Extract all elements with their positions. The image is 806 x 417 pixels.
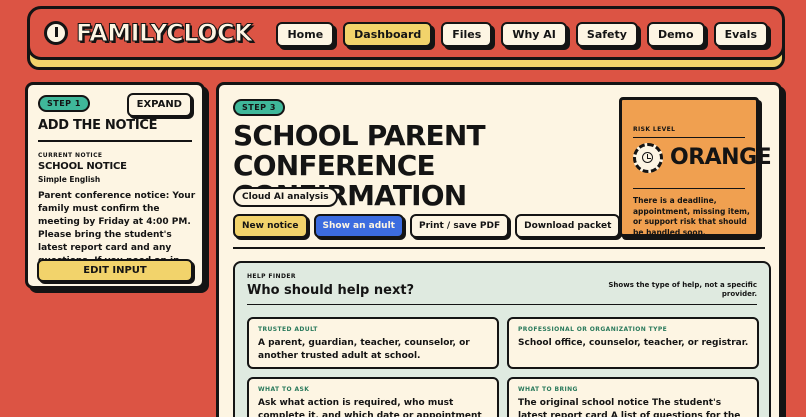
analysis-badge: Cloud AI analysis xyxy=(233,187,338,207)
top-header: FAMILYCLOCK Home Dashboard Files Why AI … xyxy=(27,6,785,60)
divider xyxy=(633,137,745,138)
clock-icon xyxy=(633,143,663,173)
help-finder-title: Who should help next? xyxy=(247,283,415,298)
card-text: School office, counselor, teacher, or re… xyxy=(518,338,749,348)
divider xyxy=(38,140,192,142)
divider xyxy=(633,188,745,189)
card-label: TRUSTED ADULT xyxy=(258,326,318,333)
professional-type-card: PROFESSIONAL OR ORGANIZATION TYPE School… xyxy=(507,317,759,369)
edit-input-button[interactable]: EDIT INPUT xyxy=(37,259,193,282)
download-packet-button[interactable]: Download packet xyxy=(515,214,621,238)
card-label: WHAT TO ASK xyxy=(258,386,310,393)
clock-logo-icon xyxy=(44,21,68,45)
help-finder-note: Shows the type of help, not a specific p… xyxy=(608,281,757,298)
show-adult-button[interactable]: Show an adult xyxy=(313,214,404,238)
expand-button[interactable]: EXPAND xyxy=(126,93,192,117)
results-card: STEP 3 SCHOOL PARENT CONFERENCE CONFIRMA… xyxy=(216,82,782,417)
add-notice-card: STEP 1 EXPAND ADD THE NOTICE CURRENT NOT… xyxy=(25,82,205,289)
card-label: PROFESSIONAL OR ORGANIZATION TYPE xyxy=(518,326,668,333)
trusted-adult-card: TRUSTED ADULT A parent, guardian, teache… xyxy=(247,317,499,369)
nav-safety[interactable]: Safety xyxy=(575,22,638,47)
notice-text: Parent conference notice: Your family mu… xyxy=(38,191,196,266)
nav-why-ai[interactable]: Why AI xyxy=(501,22,567,47)
nav-home[interactable]: Home xyxy=(276,22,335,47)
risk-level-label: RISK LEVEL xyxy=(633,126,676,133)
notice-language: Simple English xyxy=(38,175,101,184)
step-1-badge: STEP 1 xyxy=(38,95,90,112)
card-text: A parent, guardian, teacher, counselor, … xyxy=(258,338,470,361)
card-label: WHAT TO BRING xyxy=(518,386,578,393)
risk-description: There is a deadline, appointment, missin… xyxy=(633,196,750,237)
risk-level-value: ORANGE xyxy=(670,145,772,170)
nav-evals[interactable]: Evals xyxy=(713,22,768,47)
card-text: The original school notice The student's… xyxy=(518,398,741,417)
main-nav: Home Dashboard Files Why AI Safety Demo … xyxy=(276,22,768,47)
add-notice-title: ADD THE NOTICE xyxy=(38,118,158,133)
brand-logo[interactable]: FAMILYCLOCK xyxy=(44,19,253,48)
divider xyxy=(233,247,765,249)
brand-name: FAMILYCLOCK xyxy=(75,19,253,48)
help-finder-panel: HELP FINDER Who should help next? Shows … xyxy=(233,261,771,417)
divider xyxy=(247,304,757,305)
nav-dashboard[interactable]: Dashboard xyxy=(343,22,433,47)
nav-files[interactable]: Files xyxy=(441,22,493,47)
what-to-bring-card: WHAT TO BRING The original school notice… xyxy=(507,377,759,417)
current-notice-title: SCHOOL NOTICE xyxy=(38,161,127,172)
help-finder-label: HELP FINDER xyxy=(247,273,296,280)
print-pdf-button[interactable]: Print / save PDF xyxy=(409,214,510,238)
card-text: Ask what action is required, who must co… xyxy=(258,398,482,417)
nav-demo[interactable]: Demo xyxy=(646,22,705,47)
what-to-ask-card: WHAT TO ASK Ask what action is required,… xyxy=(247,377,499,417)
step-3-badge: STEP 3 xyxy=(233,99,285,116)
action-bar: New notice Show an adult Print / save PD… xyxy=(233,214,621,238)
risk-level-box: RISK LEVEL ORANGE There is a deadline, a… xyxy=(619,97,772,237)
new-notice-button[interactable]: New notice xyxy=(233,214,308,238)
current-notice-label: CURRENT NOTICE xyxy=(38,152,103,159)
